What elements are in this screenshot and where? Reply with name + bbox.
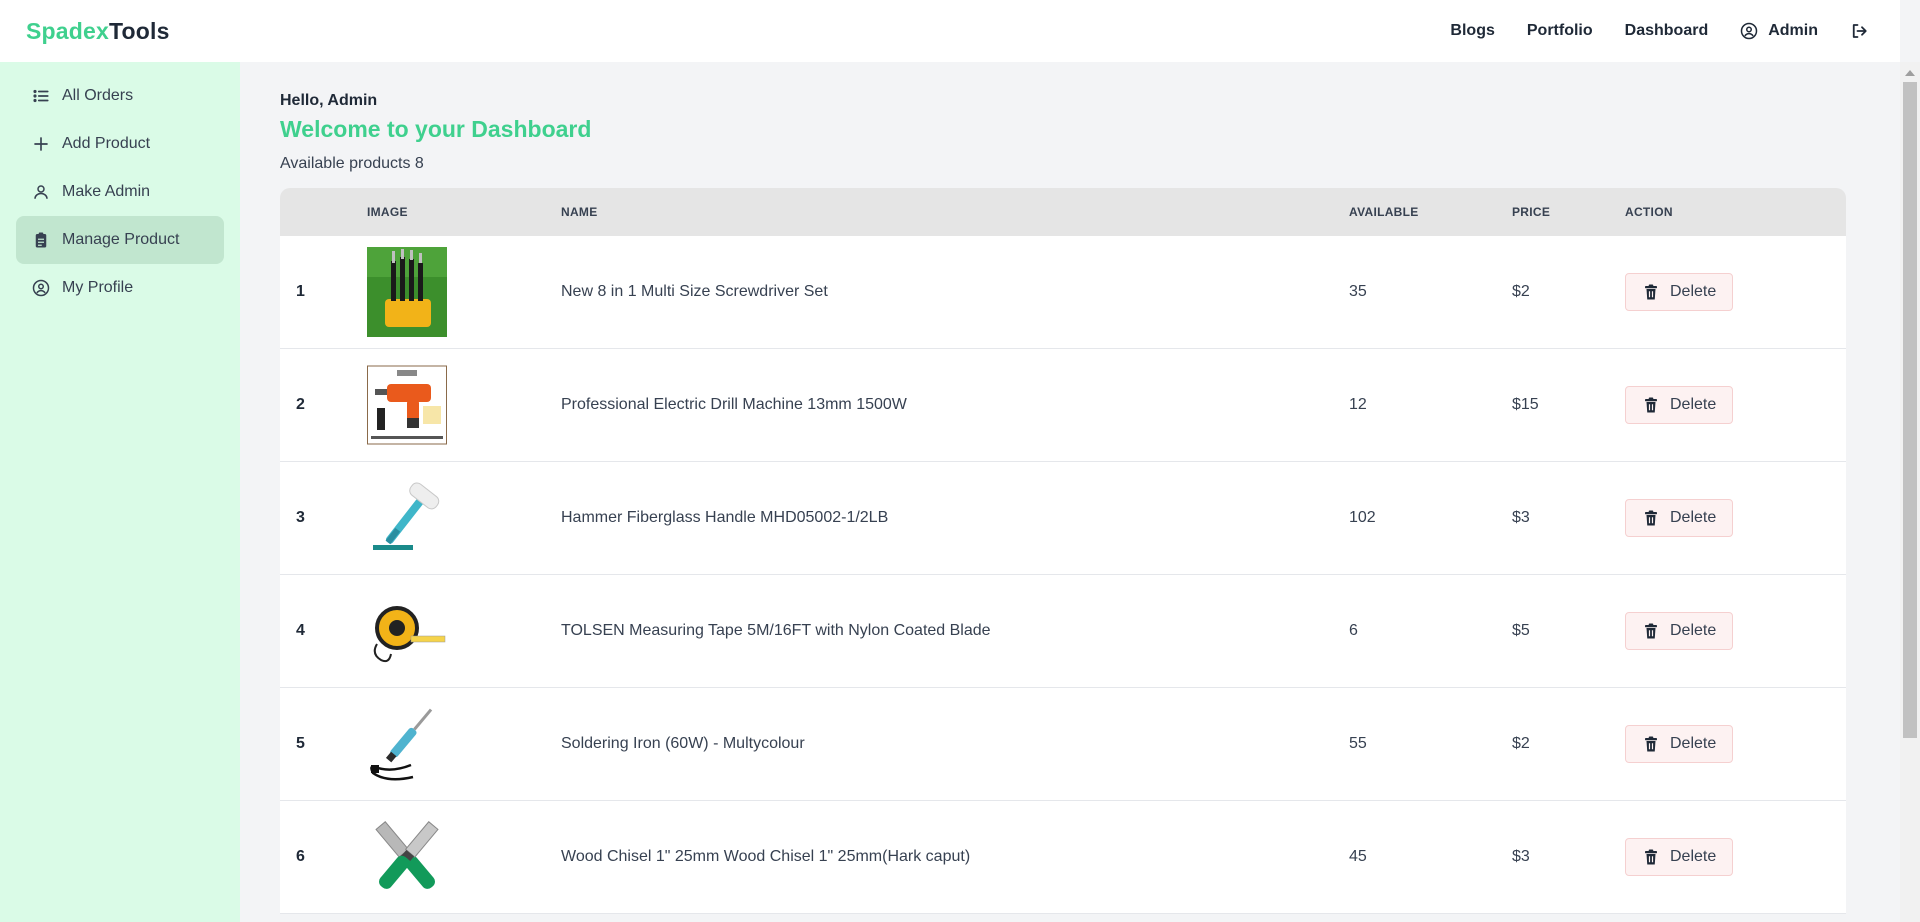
delete-label: Delete — [1670, 735, 1717, 752]
header-name: NAME — [561, 205, 598, 219]
plus-icon — [34, 137, 48, 151]
page-scrollbar[interactable] — [1900, 62, 1920, 922]
product-price: $15 — [1512, 396, 1539, 413]
wood-chisel-image — [367, 812, 447, 902]
product-name: TOLSEN Measuring Tape 5M/16FT with Nylon… — [561, 622, 991, 639]
trash-icon — [1645, 623, 1657, 639]
products-table: IMAGE NAME AVAILABLE PRICE ACTION 1 New … — [280, 188, 1846, 922]
product-available: 102 — [1349, 509, 1376, 526]
delete-label: Delete — [1670, 848, 1717, 865]
measuring-tape-image — [367, 586, 447, 676]
delete-label: Delete — [1670, 283, 1717, 300]
top-navbar: SpadexTools Blogs Portfolio Dashboard Ad… — [0, 0, 1900, 62]
sidebar-item-label: Add Product — [62, 135, 151, 152]
nav-portfolio-link[interactable]: Portfolio — [1527, 22, 1593, 40]
delete-button[interactable]: Delete — [1625, 386, 1734, 424]
brand-part2: Tools — [109, 17, 170, 44]
brand-logo[interactable]: SpadexTools — [26, 18, 170, 45]
scroll-up-arrow-icon[interactable] — [1905, 70, 1915, 76]
scrollbar-thumb[interactable] — [1903, 82, 1917, 738]
user-circle-icon — [1740, 22, 1758, 40]
logout-icon — [1852, 24, 1867, 38]
product-available: 12 — [1349, 396, 1367, 413]
header-available: AVAILABLE — [1349, 205, 1419, 219]
delete-button[interactable]: Delete — [1625, 273, 1734, 311]
trash-icon — [1645, 510, 1657, 526]
user-icon — [34, 185, 48, 199]
table-row: 1 New 8 in 1 Multi Size Screwdriver Set … — [280, 236, 1846, 349]
delete-label: Delete — [1670, 509, 1717, 526]
list-icon — [33, 89, 49, 103]
nav-admin-label: Admin — [1768, 22, 1818, 39]
table-row: 5 Soldering Iron (60W) - Multycolour 55 … — [280, 688, 1846, 801]
delete-button[interactable]: Delete — [1625, 725, 1734, 763]
row-number: 4 — [296, 622, 305, 639]
product-available: 6 — [1349, 622, 1358, 639]
sidebar-item-my-profile[interactable]: My Profile — [16, 264, 224, 312]
product-available: 55 — [1349, 735, 1367, 752]
header-image: IMAGE — [367, 205, 408, 219]
product-price: $2 — [1512, 283, 1530, 300]
delete-label: Delete — [1670, 396, 1717, 413]
sidebar-item-make-admin[interactable]: Make Admin — [16, 168, 224, 216]
table-row: 3 Hammer Fiberglass Handle MHD05002-1/2L… — [280, 462, 1846, 575]
sidebar-item-label: Make Admin — [62, 183, 151, 200]
nav-blogs-link[interactable]: Blogs — [1450, 22, 1494, 40]
drill-machine-image — [367, 360, 447, 450]
table-row: 4 TOLSEN Measuring Tape 5M/16FT with Nyl… — [280, 575, 1846, 688]
row-number: 3 — [296, 509, 305, 526]
product-name: New 8 in 1 Multi Size Screwdriver Set — [561, 283, 828, 300]
trash-icon — [1645, 397, 1657, 413]
sidebar-item-label: My Profile — [62, 279, 134, 296]
hammer-image — [367, 473, 447, 563]
header-price: PRICE — [1512, 205, 1551, 219]
row-number: 2 — [296, 396, 305, 413]
delete-button[interactable]: Delete — [1625, 838, 1734, 876]
nav-links: Blogs Portfolio Dashboard Admin — [1450, 22, 1874, 40]
sidebar-item-manage-product[interactable]: Manage Product — [16, 216, 224, 264]
nav-dashboard-link[interactable]: Dashboard — [1625, 22, 1709, 40]
delete-button[interactable]: Delete — [1625, 499, 1734, 537]
screwdriver-set-image — [367, 247, 447, 337]
trash-icon — [1645, 849, 1657, 865]
product-available: 45 — [1349, 848, 1367, 865]
page-title: Welcome to your Dashboard — [280, 116, 592, 142]
product-name: Professional Electric Drill Machine 13mm… — [561, 396, 907, 413]
available-products-count: Available products 8 — [280, 155, 424, 172]
product-price: $5 — [1512, 622, 1530, 639]
sidebar-item-label: All Orders — [62, 87, 134, 104]
table-row: 6 Wood Chisel 1" 25mm Wood Chisel 1" 25m… — [280, 801, 1846, 914]
header-action: ACTION — [1625, 205, 1673, 219]
product-price: $3 — [1512, 509, 1530, 526]
greeting-text: Hello, Admin — [280, 92, 378, 109]
row-number: 5 — [296, 735, 305, 752]
row-number: 6 — [296, 848, 305, 865]
product-name: Soldering Iron (60W) - Multycolour — [561, 735, 805, 752]
logout-button[interactable] — [1850, 22, 1868, 40]
product-available: 35 — [1349, 283, 1367, 300]
brand-part1: Spadex — [26, 17, 110, 44]
sidebar: All Orders Add Product Make Admin Manage… — [0, 62, 240, 922]
product-price: $2 — [1512, 735, 1530, 752]
delete-button[interactable]: Delete — [1625, 612, 1734, 650]
delete-label: Delete — [1670, 622, 1717, 639]
product-name: Hammer Fiberglass Handle MHD05002-1/2LB — [561, 509, 889, 526]
trash-icon — [1645, 284, 1657, 300]
sidebar-item-label: Manage Product — [62, 231, 180, 248]
sidebar-item-add-product[interactable]: Add Product — [16, 120, 224, 168]
row-number: 1 — [296, 283, 305, 300]
sidebar-item-all-orders[interactable]: All Orders — [16, 72, 224, 120]
product-name: Wood Chisel 1" 25mm Wood Chisel 1" 25mm(… — [561, 848, 971, 865]
clipboard-icon — [35, 232, 47, 248]
user-circle-icon — [32, 279, 50, 297]
nav-admin-link[interactable]: Admin — [1740, 22, 1818, 40]
table-header: IMAGE NAME AVAILABLE PRICE ACTION — [280, 188, 1846, 236]
soldering-iron-image — [367, 699, 447, 789]
product-price: $3 — [1512, 848, 1530, 865]
table-row: 2 Professional Electric Drill Machine 13… — [280, 349, 1846, 462]
trash-icon — [1645, 736, 1657, 752]
